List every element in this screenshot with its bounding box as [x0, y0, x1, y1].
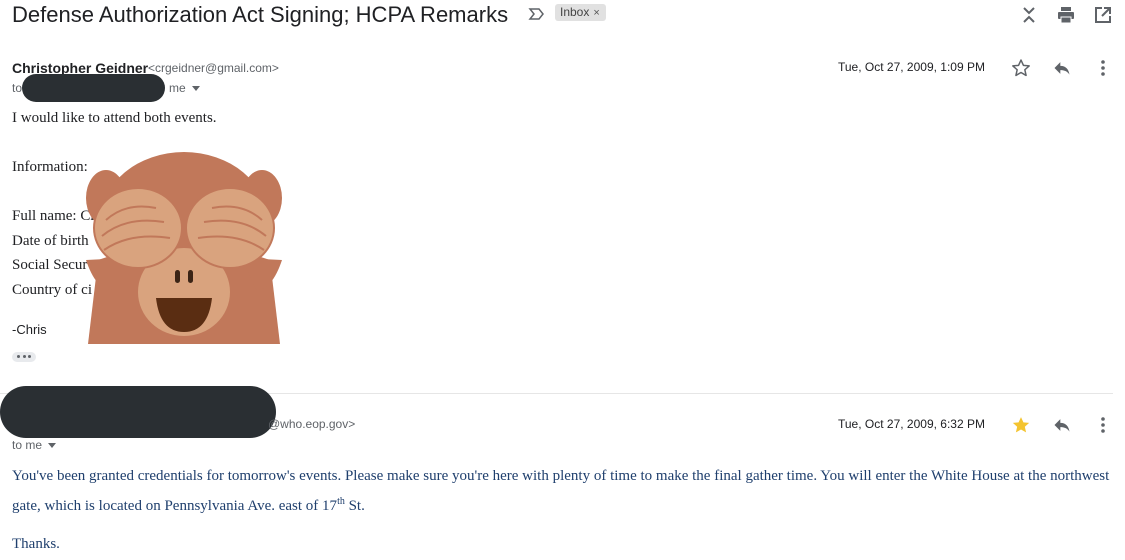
- chevron-down-icon: [191, 86, 200, 92]
- body-line: Thanks.: [12, 536, 60, 552]
- message-body: You've been granted credentials for tomo…: [12, 464, 1117, 519]
- inbox-label-chip[interactable]: Inbox ×: [555, 4, 606, 21]
- message-date: Tue, Oct 27, 2009, 1:09 PM: [838, 60, 985, 74]
- recipient-prefix: to: [12, 81, 23, 95]
- body-text: You've been granted credentials for tomo…: [12, 468, 1110, 514]
- recipient-details-toggle[interactable]: to me: [12, 438, 57, 452]
- label-text: Inbox: [560, 5, 590, 19]
- recipient-details-toggle[interactable]: me: [169, 81, 200, 95]
- body-line: Information:: [12, 159, 88, 175]
- more-vert-icon[interactable]: [1093, 415, 1113, 435]
- recipient-text: to me: [12, 438, 43, 452]
- monkey-emoji-icon: [86, 152, 282, 344]
- print-icon[interactable]: [1056, 5, 1076, 25]
- sender-email: @who.eop.gov>: [268, 417, 356, 431]
- importance-marker-icon[interactable]: [528, 7, 546, 21]
- signature: -Chris: [12, 322, 47, 337]
- body-line: I would like to attend both events.: [12, 110, 217, 126]
- star-filled-icon[interactable]: [1011, 415, 1031, 435]
- email-subject: Defense Authorization Act Signing; HCPA …: [12, 2, 509, 27]
- remove-label-icon[interactable]: ×: [593, 7, 599, 19]
- collapse-all-icon[interactable]: [1019, 5, 1039, 25]
- body-superscript: th: [337, 496, 345, 507]
- message-date: Tue, Oct 27, 2009, 6:32 PM: [838, 417, 985, 431]
- star-icon[interactable]: [1011, 58, 1031, 78]
- body-line: Date of birth: [12, 233, 89, 249]
- open-in-new-window-icon[interactable]: [1093, 5, 1113, 25]
- reply-icon[interactable]: [1052, 415, 1072, 435]
- body-text: St.: [344, 498, 365, 514]
- body-line: Social Secur: [12, 257, 88, 273]
- chevron-down-icon: [48, 443, 57, 449]
- body-line: Full name: Ch: [12, 208, 98, 224]
- reply-icon[interactable]: [1052, 58, 1072, 78]
- more-vert-icon[interactable]: [1093, 58, 1113, 78]
- recipient-me: me: [169, 81, 186, 95]
- show-trimmed-content-button[interactable]: [12, 352, 36, 362]
- redaction-bar: [22, 74, 165, 102]
- redaction-bar: [0, 386, 276, 438]
- body-line: Country of ci: [12, 282, 92, 298]
- sender-email: <crgeidner@gmail.com>: [148, 61, 279, 75]
